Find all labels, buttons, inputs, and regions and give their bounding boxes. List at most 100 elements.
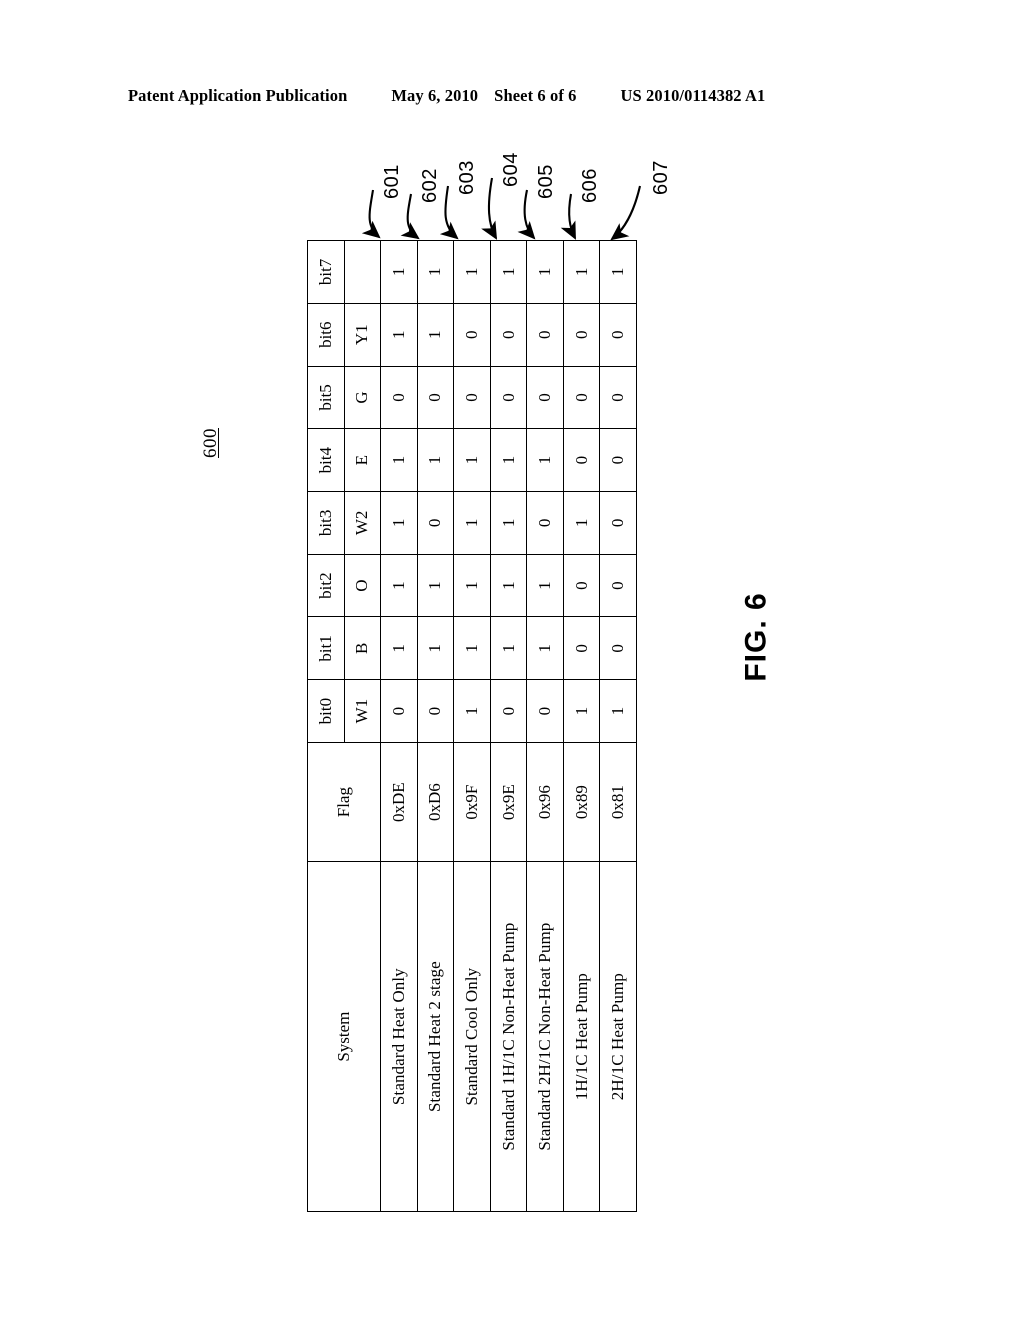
cell-bit1: 0 xyxy=(599,617,637,680)
table-row: Standard Heat 2 stage 0xD6 0 1 1 0 1 0 1… xyxy=(417,240,454,1212)
cell-system: 2H/1C Heat Pump xyxy=(599,861,637,1212)
cell-bit4: 1 xyxy=(526,428,564,492)
cell-bit1: 1 xyxy=(380,617,418,680)
cell-bit0: 0 xyxy=(417,679,454,743)
cell-bit5: 0 xyxy=(563,366,600,429)
cell-bit2: 0 xyxy=(563,554,600,617)
cell-bit6: 0 xyxy=(453,303,491,367)
cell-flag: 0x89 xyxy=(563,742,600,862)
cell-bit6: 0 xyxy=(490,303,527,367)
cell-bit4: 1 xyxy=(453,428,491,492)
reference-numeral-605: 605 xyxy=(534,164,557,199)
cell-bit0: 0 xyxy=(490,679,527,743)
header-bit1: bit1 xyxy=(307,617,345,680)
leader-601 xyxy=(361,189,381,239)
cell-bit7: 1 xyxy=(380,240,418,304)
cell-bit1: 1 xyxy=(490,617,527,680)
cell-bit7: 1 xyxy=(563,240,600,304)
header-bit5: bit5 xyxy=(307,366,345,429)
table-row: Standard 1H/1C Non-Heat Pump 0x9E 0 1 1 … xyxy=(490,240,527,1212)
cell-bit7: 1 xyxy=(526,240,564,304)
figure-caption: FIG. 6 xyxy=(739,592,773,682)
cell-flag: 0xDE xyxy=(380,742,418,862)
cell-bit2: 0 xyxy=(599,554,637,617)
cell-bit5: 0 xyxy=(599,366,637,429)
cell-bit2: 1 xyxy=(526,554,564,617)
cell-bit0: 0 xyxy=(526,679,564,743)
cell-flag: 0x81 xyxy=(599,742,637,862)
cell-flag: 0x9E xyxy=(490,742,527,862)
cell-bit3: 0 xyxy=(599,491,637,555)
cell-bit3: 0 xyxy=(417,491,454,555)
table-header-row-titles: System Flag bit0 bit1 bit2 bit3 bit4 bit… xyxy=(307,240,381,1212)
cell-bit5: 0 xyxy=(453,366,491,429)
cell-bit6: 0 xyxy=(599,303,637,367)
leader-602 xyxy=(400,193,420,240)
cell-bit5: 0 xyxy=(490,366,527,429)
cell-bit7: 1 xyxy=(453,240,491,304)
cell-bit1: 1 xyxy=(453,617,491,680)
cell-system: 1H/1C Heat Pump xyxy=(563,861,600,1212)
cell-bit3: 1 xyxy=(563,491,600,555)
signal-name-bit4: E xyxy=(344,428,381,492)
signal-name-bit0: W1 xyxy=(344,679,381,743)
header-bit2: bit2 xyxy=(307,554,345,617)
cell-bit1: 0 xyxy=(563,617,600,680)
cell-bit1: 1 xyxy=(526,617,564,680)
cell-bit4: 1 xyxy=(380,428,418,492)
system-flag-table: System Flag bit0 bit1 bit2 bit3 bit4 bit… xyxy=(307,240,637,1212)
system-flag-table-wrapper: System Flag bit0 bit1 bit2 bit3 bit4 bit… xyxy=(307,240,637,1212)
reference-numeral-600: 600 xyxy=(200,428,221,458)
cell-system: Standard Heat 2 stage xyxy=(417,861,454,1212)
cell-bit2: 1 xyxy=(453,554,491,617)
signal-name-bit7 xyxy=(344,240,381,304)
cell-bit7: 1 xyxy=(417,240,454,304)
system-flag-table-inner: System Flag bit0 bit1 bit2 bit3 bit4 bit… xyxy=(307,240,637,1212)
cell-bit6: 1 xyxy=(417,303,454,367)
cell-bit4: 0 xyxy=(563,428,600,492)
reference-numeral-603: 603 xyxy=(455,160,478,195)
header-bit3: bit3 xyxy=(307,491,345,555)
cell-flag: 0xD6 xyxy=(417,742,454,862)
reference-numeral-606: 606 xyxy=(578,168,601,203)
signal-name-bit1: B xyxy=(344,617,381,680)
signal-name-bit5: G xyxy=(344,366,381,429)
cell-bit2: 1 xyxy=(417,554,454,617)
cell-bit0: 0 xyxy=(380,679,418,743)
figure-6: 600 FIG. 6 System Flag bit0 bit1 bit2 bi… xyxy=(0,0,1024,1320)
header-bit0: bit0 xyxy=(307,679,345,743)
table-row: Standard 2H/1C Non-Heat Pump 0x96 0 1 1 … xyxy=(526,240,564,1212)
cell-system: Standard 2H/1C Non-Heat Pump xyxy=(526,861,564,1212)
header-system: System xyxy=(307,861,381,1212)
header-bit7: bit7 xyxy=(307,240,345,304)
signal-name-bit2: O xyxy=(344,554,381,617)
reference-numeral-602: 602 xyxy=(418,168,441,203)
leader-605 xyxy=(517,189,536,240)
cell-bit3: 0 xyxy=(526,491,564,555)
table-row: 2H/1C Heat Pump 0x81 1 0 0 0 0 0 0 1 xyxy=(599,240,637,1212)
cell-bit7: 1 xyxy=(490,240,527,304)
table-row: Standard Cool Only 0x9F 1 1 1 1 1 0 0 1 xyxy=(453,240,491,1212)
cell-bit4: 1 xyxy=(417,428,454,492)
cell-bit6: 1 xyxy=(380,303,418,367)
leader-604 xyxy=(481,177,498,240)
cell-bit5: 0 xyxy=(380,366,418,429)
cell-bit6: 0 xyxy=(526,303,564,367)
cell-bit1: 1 xyxy=(417,617,454,680)
signal-name-bit6: Y1 xyxy=(344,303,381,367)
cell-bit0: 1 xyxy=(453,679,491,743)
table-row: 1H/1C Heat Pump 0x89 1 0 0 1 0 0 0 1 xyxy=(563,240,600,1212)
cell-bit0: 1 xyxy=(599,679,637,743)
cell-bit2: 1 xyxy=(490,554,527,617)
cell-system: Standard Heat Only xyxy=(380,861,418,1212)
header-bit4: bit4 xyxy=(307,428,345,492)
cell-bit3: 1 xyxy=(380,491,418,555)
cell-bit3: 1 xyxy=(490,491,527,555)
leader-607 xyxy=(610,185,642,241)
header-flag: Flag xyxy=(307,742,381,862)
cell-bit7: 1 xyxy=(599,240,637,304)
reference-numeral-604: 604 xyxy=(499,152,522,187)
leader-606 xyxy=(560,193,576,240)
reference-numeral-607: 607 xyxy=(649,160,672,195)
cell-flag: 0x96 xyxy=(526,742,564,862)
